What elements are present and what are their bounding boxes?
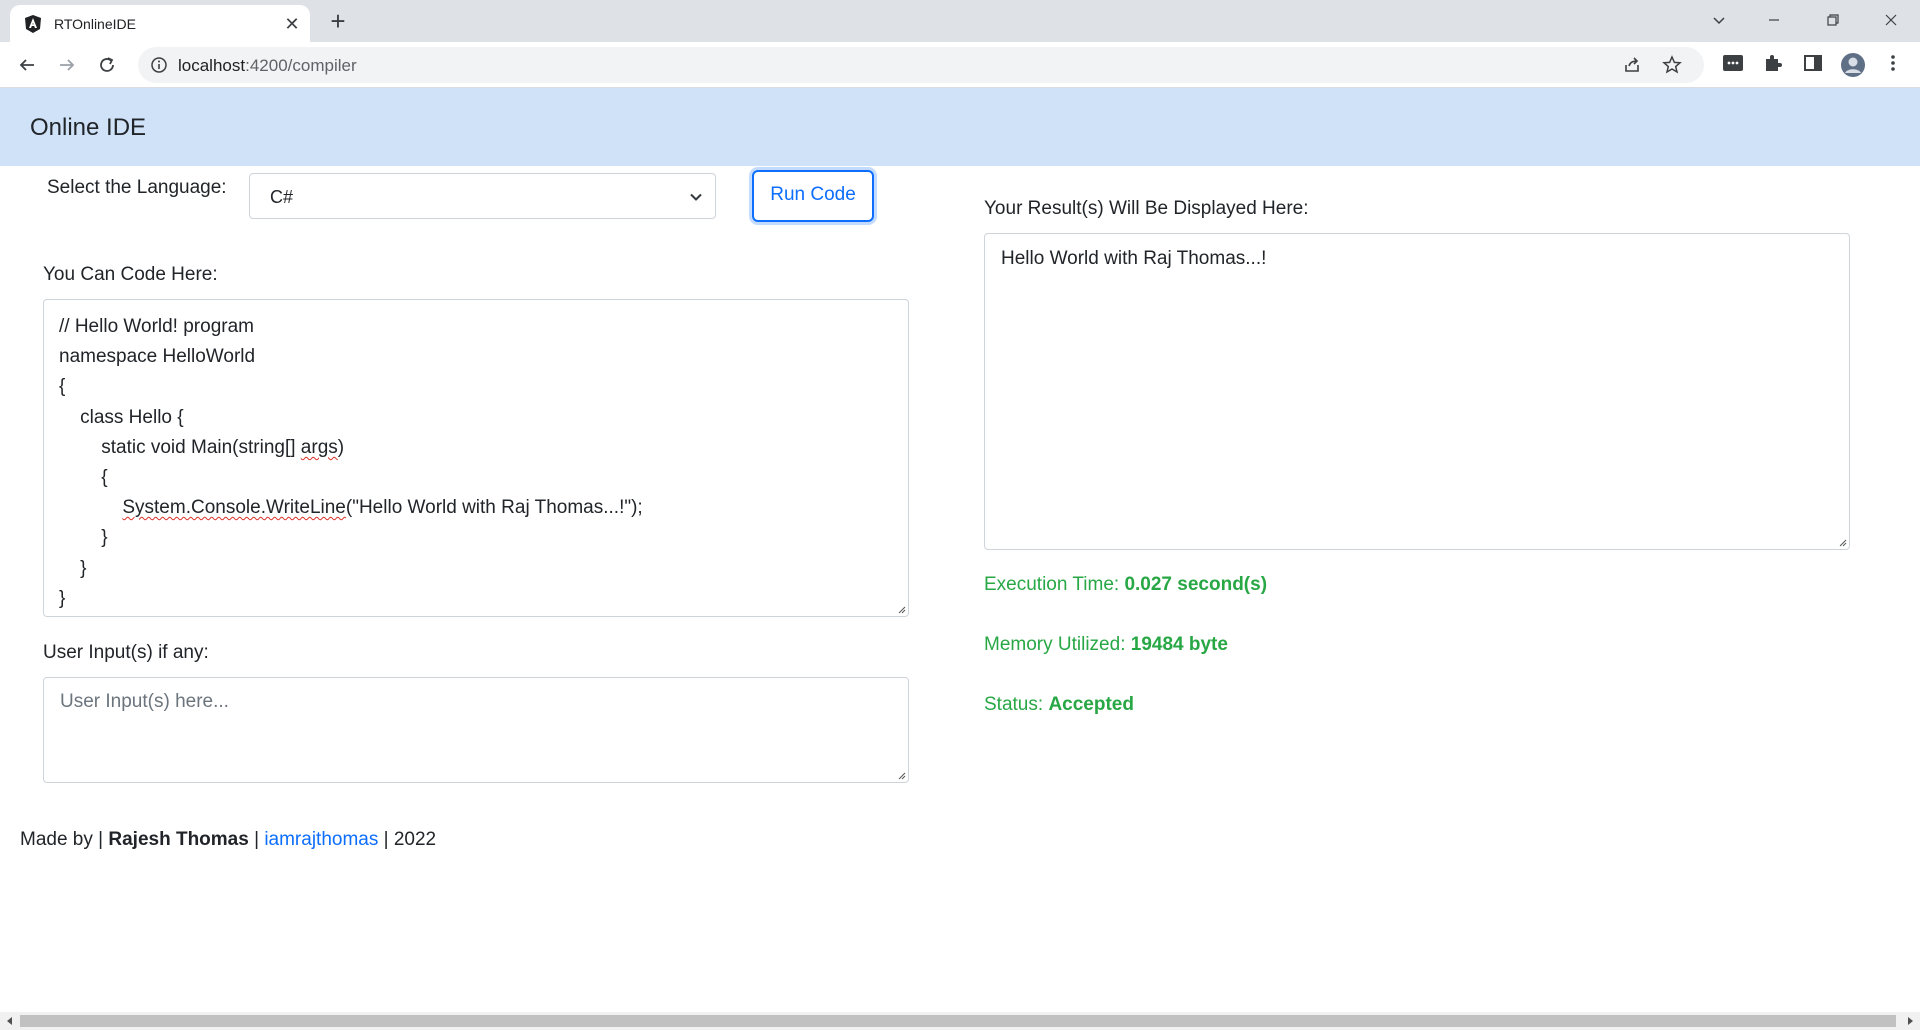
resize-handle-icon[interactable] bbox=[896, 770, 906, 780]
language-label: Select the Language: bbox=[47, 177, 227, 198]
execution-time-value: 0.027 second(s) bbox=[1124, 574, 1268, 595]
code-line: namespace HelloWorld bbox=[59, 346, 256, 368]
tab-search-chevron-icon[interactable] bbox=[1704, 6, 1734, 36]
code-line: { bbox=[59, 376, 66, 398]
back-arrow-icon[interactable] bbox=[12, 50, 42, 80]
footer-handle-link[interactable]: iamrajthomas bbox=[264, 829, 378, 850]
browser-tab-bar: RTOnlineIDE ✕ + bbox=[0, 0, 1920, 42]
app-brand[interactable]: Online IDE bbox=[30, 114, 146, 142]
code-line-writeline: System.Console.WriteLine("Hello World wi… bbox=[122, 497, 643, 519]
status-value: Accepted bbox=[1048, 694, 1134, 715]
angular-logo-icon bbox=[25, 15, 41, 33]
result-output-text: Hello World with Raj Thomas...! bbox=[1001, 248, 1267, 269]
code-line-main: static void Main(string[] args) bbox=[59, 436, 345, 458]
horizontal-scrollbar[interactable] bbox=[0, 1012, 1920, 1030]
execution-time: Execution Time: 0.027 second(s) bbox=[984, 574, 1267, 596]
result-label: Your Result(s) Will Be Displayed Here: bbox=[984, 198, 1309, 219]
status-label: Status: bbox=[984, 694, 1044, 715]
reload-icon[interactable] bbox=[92, 50, 122, 80]
run-code-button[interactable]: Run Code bbox=[752, 170, 874, 222]
resize-handle-icon[interactable] bbox=[1837, 537, 1847, 547]
forward-arrow-icon[interactable] bbox=[52, 50, 82, 80]
memory-label: Memory Utilized: bbox=[984, 634, 1126, 655]
url-text: localhost:4200/compiler bbox=[178, 56, 357, 75]
browser-menu-icon[interactable] bbox=[1880, 52, 1906, 78]
footer-made-by: Made by | bbox=[20, 829, 104, 850]
code-line: // Hello World! program bbox=[59, 316, 254, 337]
bookmark-star-icon[interactable] bbox=[1662, 55, 1682, 75]
restore-icon[interactable] bbox=[1818, 6, 1848, 36]
memory-value: 19484 byte bbox=[1130, 634, 1228, 655]
chevron-down-icon bbox=[690, 193, 702, 201]
scrollbar-thumb[interactable] bbox=[20, 1015, 1896, 1027]
user-input-placeholder: User Input(s) here... bbox=[60, 691, 229, 712]
app-navbar: Online IDE bbox=[0, 88, 1920, 166]
profile-avatar-icon[interactable] bbox=[1840, 52, 1866, 78]
result-output[interactable]: Hello World with Raj Thomas...! bbox=[984, 233, 1850, 550]
code-line: } bbox=[59, 557, 87, 579]
resize-handle-icon[interactable] bbox=[896, 604, 906, 614]
status: Status: Accepted bbox=[984, 694, 1134, 716]
scroll-right-icon[interactable] bbox=[1905, 1016, 1915, 1026]
tab-title: RTOnlineIDE bbox=[54, 16, 136, 32]
new-tab-icon[interactable]: + bbox=[324, 8, 352, 36]
footer-year: | 2022 bbox=[383, 829, 437, 850]
footer-author: Rajesh Thomas bbox=[108, 829, 249, 850]
extensions-puzzle-icon[interactable] bbox=[1760, 52, 1786, 78]
tab-close-icon[interactable]: ✕ bbox=[282, 14, 302, 34]
user-input-field[interactable]: User Input(s) here... bbox=[43, 677, 909, 783]
close-window-icon[interactable] bbox=[1876, 6, 1906, 36]
code-editor[interactable]: // Hello World! program namespace HelloW… bbox=[43, 299, 909, 617]
share-icon[interactable] bbox=[1622, 55, 1642, 75]
language-selected-value: C# bbox=[270, 187, 294, 207]
code-line: } bbox=[59, 527, 108, 549]
code-line: } bbox=[59, 587, 66, 609]
code-editor-label: You Can Code Here: bbox=[43, 264, 218, 285]
code-line: class Hello { bbox=[59, 406, 184, 428]
user-input-label: User Input(s) if any: bbox=[43, 642, 209, 663]
execution-time-label: Execution Time: bbox=[984, 574, 1120, 595]
extension-menu-icon[interactable] bbox=[1720, 52, 1746, 78]
code-line: { bbox=[59, 467, 108, 489]
browser-tab[interactable]: RTOnlineIDE ✕ bbox=[10, 5, 310, 42]
side-panel-icon[interactable] bbox=[1800, 52, 1826, 78]
footer-separator: | bbox=[254, 829, 260, 850]
minimize-icon[interactable] bbox=[1759, 6, 1789, 36]
footer: Made by | Rajesh Thomas | iamrajthomas |… bbox=[20, 829, 436, 851]
browser-toolbar: localhost:4200/compiler bbox=[0, 42, 1920, 88]
site-info-icon[interactable] bbox=[150, 56, 168, 74]
scroll-left-icon[interactable] bbox=[5, 1016, 15, 1026]
address-bar[interactable]: localhost:4200/compiler bbox=[138, 47, 1704, 83]
memory-utilized: Memory Utilized: 19484 byte bbox=[984, 634, 1228, 656]
language-select[interactable]: C# bbox=[249, 173, 716, 219]
